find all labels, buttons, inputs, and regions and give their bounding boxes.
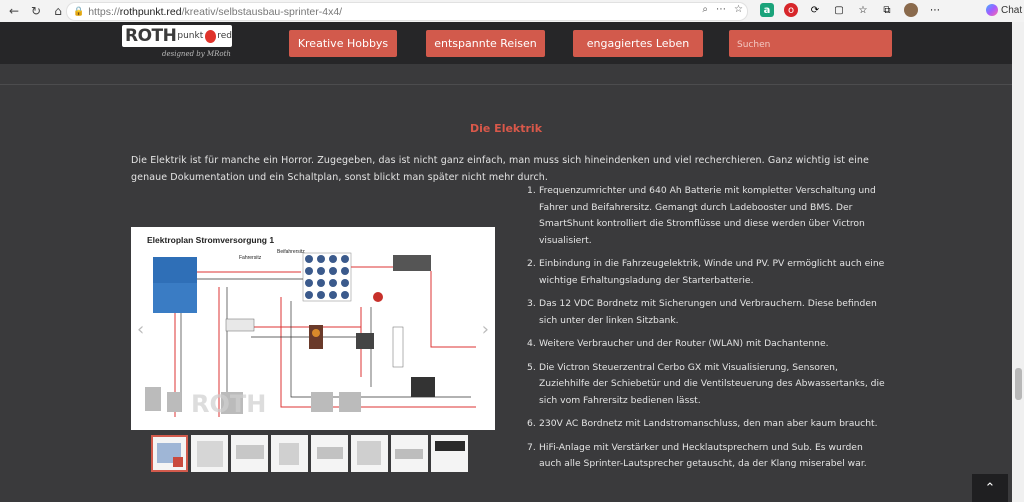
svg-text:ROTH: ROTH xyxy=(191,390,266,418)
gallery-thumbnail[interactable] xyxy=(151,435,188,472)
copilot-icon xyxy=(986,4,998,16)
browser-toolbar: ← ↻ ⌂ 🔒 https://rothpunkt.red/kreativ/se… xyxy=(0,0,1024,23)
reload-icon[interactable]: ↻ xyxy=(28,3,44,19)
page-title: Die Elektrik xyxy=(469,122,543,135)
search-box xyxy=(729,30,892,59)
refresh-extension-icon[interactable]: ⟳ xyxy=(808,3,822,17)
list-item: 7. HiFi-Anlage mit Verstärker und Hecklau… xyxy=(527,441,867,470)
svg-text:Fahrersitz: Fahrersitz xyxy=(239,255,262,261)
search-input[interactable] xyxy=(729,30,889,59)
gallery-thumbnail[interactable] xyxy=(311,435,348,472)
scrollbar-track[interactable] xyxy=(1012,22,1024,502)
list-item: 4. Weitere Verbraucher und der Router (WL… xyxy=(527,338,829,349)
back-icon[interactable]: ← xyxy=(6,3,22,19)
chevron-up-icon: ⌃ xyxy=(984,480,996,496)
divider xyxy=(0,84,1024,85)
feature-list: 1. Frequenzumrichter und 640 Ah Batterie … xyxy=(527,183,887,480)
gallery-thumbnail[interactable] xyxy=(231,435,268,472)
more-menu-icon[interactable]: ⋯ xyxy=(928,3,942,17)
home-icon[interactable]: ⌂ xyxy=(50,3,66,19)
gallery-thumbnail[interactable] xyxy=(431,435,468,472)
collections-icon[interactable]: ⧉ xyxy=(880,3,894,17)
extension-o-icon[interactable]: o xyxy=(784,3,798,17)
gallery-thumbnails xyxy=(151,435,473,473)
site-header: ROTH punkt red designed by MRoth Kreativ… xyxy=(0,22,1024,64)
favorite-star-icon[interactable]: ☆ xyxy=(734,4,743,15)
list-item: 2. Einbindung in die Fahrzeugelektrik, Wi… xyxy=(527,258,885,286)
address-bar[interactable]: 🔒 https://rothpunkt.red/kreativ/selbstau… xyxy=(66,2,748,21)
gallery-thumbnail[interactable] xyxy=(191,435,228,472)
lock-icon: 🔒 xyxy=(73,6,85,17)
nav-entspannte-reisen[interactable]: entspannte Reisen xyxy=(426,30,545,57)
svg-text:Beifahrersitz: Beifahrersitz xyxy=(277,249,305,255)
reader-icon[interactable]: ⋯ xyxy=(716,4,726,15)
extension-a-icon[interactable]: a xyxy=(760,3,774,17)
scroll-to-top-button[interactable]: ⌃ xyxy=(972,474,1008,502)
gallery-main-image[interactable]: Elektroplan Stromversorgung 1 Fahrersitz… xyxy=(131,227,495,430)
list-item: 6. 230V AC Bordnetz mit Landstromanschlus… xyxy=(527,418,878,429)
intro-text: Die Elektrik ist für manche ein Horror. … xyxy=(131,155,869,183)
list-item: 1. Frequenzumrichter und 640 Ah Batterie … xyxy=(527,185,876,246)
list-item: 5. Die Victron Steuerzentral Cerbo GX mit… xyxy=(527,361,885,406)
scrollbar-thumb[interactable] xyxy=(1015,368,1022,400)
nav-engagiertes-leben[interactable]: engagiertes Leben xyxy=(573,30,703,57)
gallery-thumbnail[interactable] xyxy=(351,435,388,472)
wiring-diagram: Fahrersitz Beifahrersitz ROTH xyxy=(145,249,476,418)
split-screen-icon[interactable]: ▢ xyxy=(832,3,846,17)
copilot-chat-button[interactable]: Chat xyxy=(986,4,1022,16)
list-item: 3. Das 12 VDC Bordnetz mit Sicherungen un… xyxy=(527,298,877,326)
gallery-thumbnail[interactable] xyxy=(271,435,308,472)
gallery-thumbnail[interactable] xyxy=(391,435,428,472)
gallery-prev-arrow[interactable]: ‹ xyxy=(137,319,144,340)
url-text: https://rothpunkt.red/kreativ/selbstausb… xyxy=(88,5,343,18)
site-logo[interactable]: ROTH punkt red designed by MRoth xyxy=(122,25,232,63)
gallery-next-arrow[interactable]: › xyxy=(482,319,489,340)
nav-kreative-hobbys[interactable]: Kreative Hobbys xyxy=(289,30,397,57)
profile-avatar[interactable] xyxy=(904,3,918,17)
favorites-icon[interactable]: ☆ xyxy=(856,3,870,17)
red-dot-icon xyxy=(205,29,217,43)
zoom-icon[interactable]: ⌕ xyxy=(702,4,708,15)
